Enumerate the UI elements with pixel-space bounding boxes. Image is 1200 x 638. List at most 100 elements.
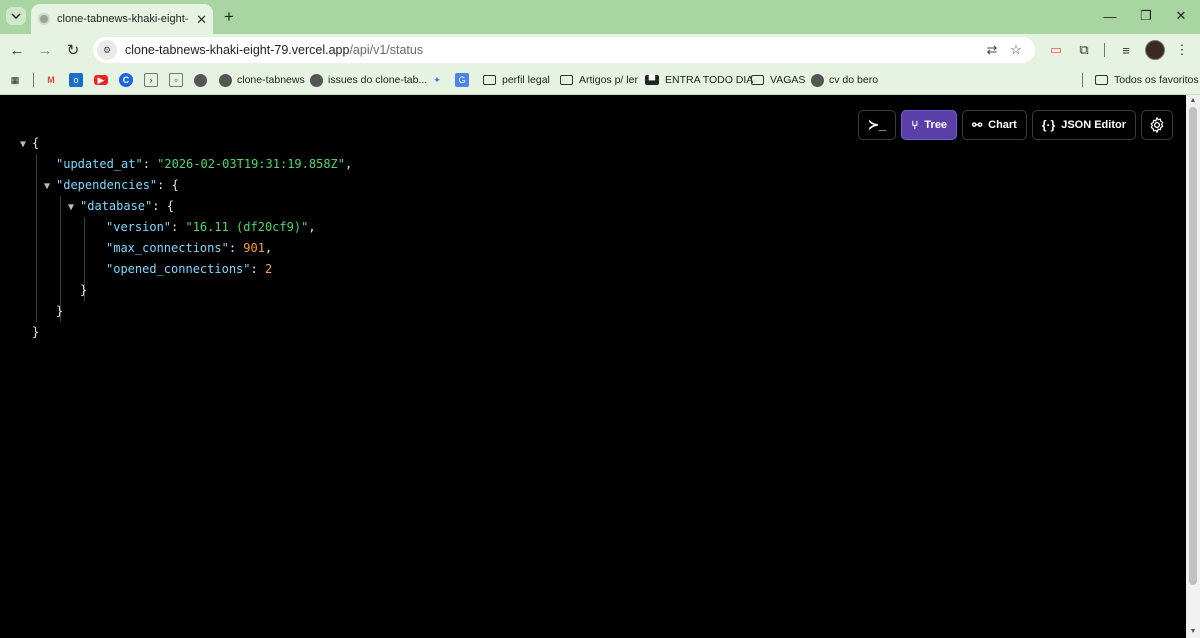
tab-title: clone-tabnews-khaki-eight-79.v [57,13,189,25]
json-line-opened-connections: "opened_connections": 2 [106,262,273,276]
bookmarks-separator [33,73,34,87]
bookmark-label: Todos os favoritos [1114,74,1199,86]
minimize-button[interactable]: — [1096,6,1124,26]
terminal-icon: ≻_ [868,117,887,132]
bookmark-label: cv do bero [829,74,879,86]
folder-icon [483,75,496,85]
tree-icon: ⑂ [911,118,919,132]
gear-icon [1150,116,1164,134]
site-info-icon[interactable]: ⚙ [97,40,117,60]
json-key: "version" [106,220,172,234]
viewer-toolbar: ≻_ ⑂ Tree ⚯ Chart {·} JSON Editor [858,110,1173,140]
bookmark-perfil-legal[interactable]: perfil legal [483,71,550,89]
apps-icon[interactable]: ▦ [8,71,28,89]
bookmark-artigos[interactable]: Artigos p/ ler [560,71,638,89]
collapse-toggle[interactable]: ▼ [20,134,32,155]
outlook-icon[interactable]: o [69,71,89,89]
url-text: clone-tabnews-khaki-eight-79.vercel.app/… [125,43,423,57]
bookmark-entra-todo-dia[interactable]: ▀ ENTRA TODO DIA [645,71,753,89]
globe-icon [38,13,50,25]
bookmarks-separator [1082,73,1083,87]
root-open-brace: { [32,136,40,150]
browser-chrome: clone-tabnews-khaki-eight-79.v ✕ + — ❐ ✕… [0,0,1200,95]
chart-button[interactable]: ⚯ Chart [962,110,1027,140]
json-line-max-connections: "max_connections": 901, [106,241,273,255]
active-tab[interactable]: clone-tabnews-khaki-eight-79.v ✕ [31,4,213,34]
vertical-scrollbar[interactable]: ▲ ▼ [1186,95,1200,638]
collapse-toggle[interactable]: ▼ [44,176,56,197]
bookmark-issues[interactable]: issues do clone-tab... [310,71,427,89]
json-tree: ▼{ "updated_at": "2026-02-03T19:31:19.85… [20,133,352,343]
extensions-icon[interactable]: ⧉ [1075,41,1093,59]
json-number-value: 901 [243,241,265,255]
close-window-button[interactable]: ✕ [1167,6,1195,26]
translate-bookmark-icon[interactable]: G [455,71,475,89]
json-key: "dependencies" [56,178,158,192]
close-tab-icon[interactable]: ✕ [196,13,207,26]
json-line-dependencies: ▼ "dependencies": { [20,175,352,196]
github-icon [811,73,824,87]
bookmark-cv-do-bero[interactable]: cv do bero [811,71,878,89]
chevron-down-icon [11,13,21,19]
json-viewer-page: ≻_ ⑂ Tree ⚯ Chart {·} JSON Editor ▼{ "updat… [0,95,1186,638]
json-root-close: } [20,322,352,343]
json-number-value: 2 [264,262,273,276]
bookmark-label: issues do clone-tab... [328,74,428,86]
settings-button[interactable] [1141,110,1173,140]
tab-strip: clone-tabnews-khaki-eight-79.v ✕ + — ❐ ✕ [0,0,1200,34]
github-icon [219,73,232,87]
chart-icon: ⚯ [972,118,983,132]
back-button[interactable]: ← [6,39,28,61]
gemini-icon[interactable]: ✦ [430,71,450,89]
json-string-value: "2026-02-03T19:31:19.858Z" [157,157,345,171]
tab-search-button[interactable] [6,7,26,25]
youtube-icon[interactable]: ▶ [94,71,114,89]
github-icon[interactable] [194,71,212,89]
close-brace: } [32,325,40,339]
new-tab-button[interactable]: + [220,8,238,26]
tree-button[interactable]: ⑂ Tree [901,110,958,140]
braces-icon: {·} [1041,118,1056,132]
c-app-icon[interactable]: C [119,71,139,89]
close-brace: } [80,283,88,297]
browser-toolbar: ← → ↻ ⚙ clone-tabnews-khaki-eight-79.ver… [0,34,1200,66]
folder-icon [1095,75,1108,85]
json-key: "max_connections" [106,241,229,255]
folder-icon [560,75,573,85]
json-string-value: "16.11 (df20cf9)" [185,220,309,234]
bookmarks-bar: ▦ M o ▶ C › ▫ clone-tabnews issues do cl… [0,66,1200,95]
bookmark-clone-tabnews[interactable]: clone-tabnews [219,71,305,89]
terminal-button[interactable]: ≻_ [858,110,897,140]
json-line-updated-at: "updated_at": "2026-02-03T19:31:19.858Z"… [56,157,353,171]
reload-button[interactable]: ↻ [62,39,84,61]
restore-button[interactable]: ❐ [1132,6,1160,26]
scroll-up-arrow-icon[interactable]: ▲ [1189,97,1197,105]
bookmark-vagas[interactable]: VAGAS [751,71,805,89]
bookmark-star-icon[interactable]: ☆ [1007,41,1025,59]
json-editor-button[interactable]: {·} JSON Editor [1031,110,1136,140]
terminal-bookmark-icon[interactable]: › [144,71,164,89]
scroll-thumb[interactable] [1189,107,1197,585]
media-control-icon[interactable]: ≡ [1117,41,1135,59]
bookmark-label: VAGAS [770,74,806,86]
menu-icon[interactable]: ⋮ [1173,41,1191,59]
profile-avatar[interactable] [1145,40,1165,60]
url-host: clone-tabnews-khaki-eight-79.vercel.app [125,43,350,57]
github-icon [310,73,323,87]
chart-label: Chart [988,119,1017,131]
bookmark-todos-favoritos[interactable]: Todos os favoritos [1095,71,1199,89]
cast-icon[interactable]: ▭ [1047,41,1065,59]
translate-icon[interactable]: ⇄ [983,41,1001,59]
json-dependencies-close: } [20,301,352,322]
address-bar[interactable]: ⚙ clone-tabnews-khaki-eight-79.vercel.ap… [93,37,1035,63]
folder-icon [751,75,764,85]
collapse-toggle[interactable]: ▼ [68,197,80,218]
json-database-close: } [20,280,352,301]
gmail-icon[interactable]: M [44,71,64,89]
forward-button[interactable]: → [34,39,56,61]
folder-bookmark-icon[interactable]: ▫ [169,71,189,89]
bookmark-label: perfil legal [502,74,550,86]
scroll-down-arrow-icon[interactable]: ▼ [1189,628,1197,636]
json-key: "updated_at" [56,157,143,171]
json-line-version: "version": "16.11 (df20cf9)", [106,220,316,234]
